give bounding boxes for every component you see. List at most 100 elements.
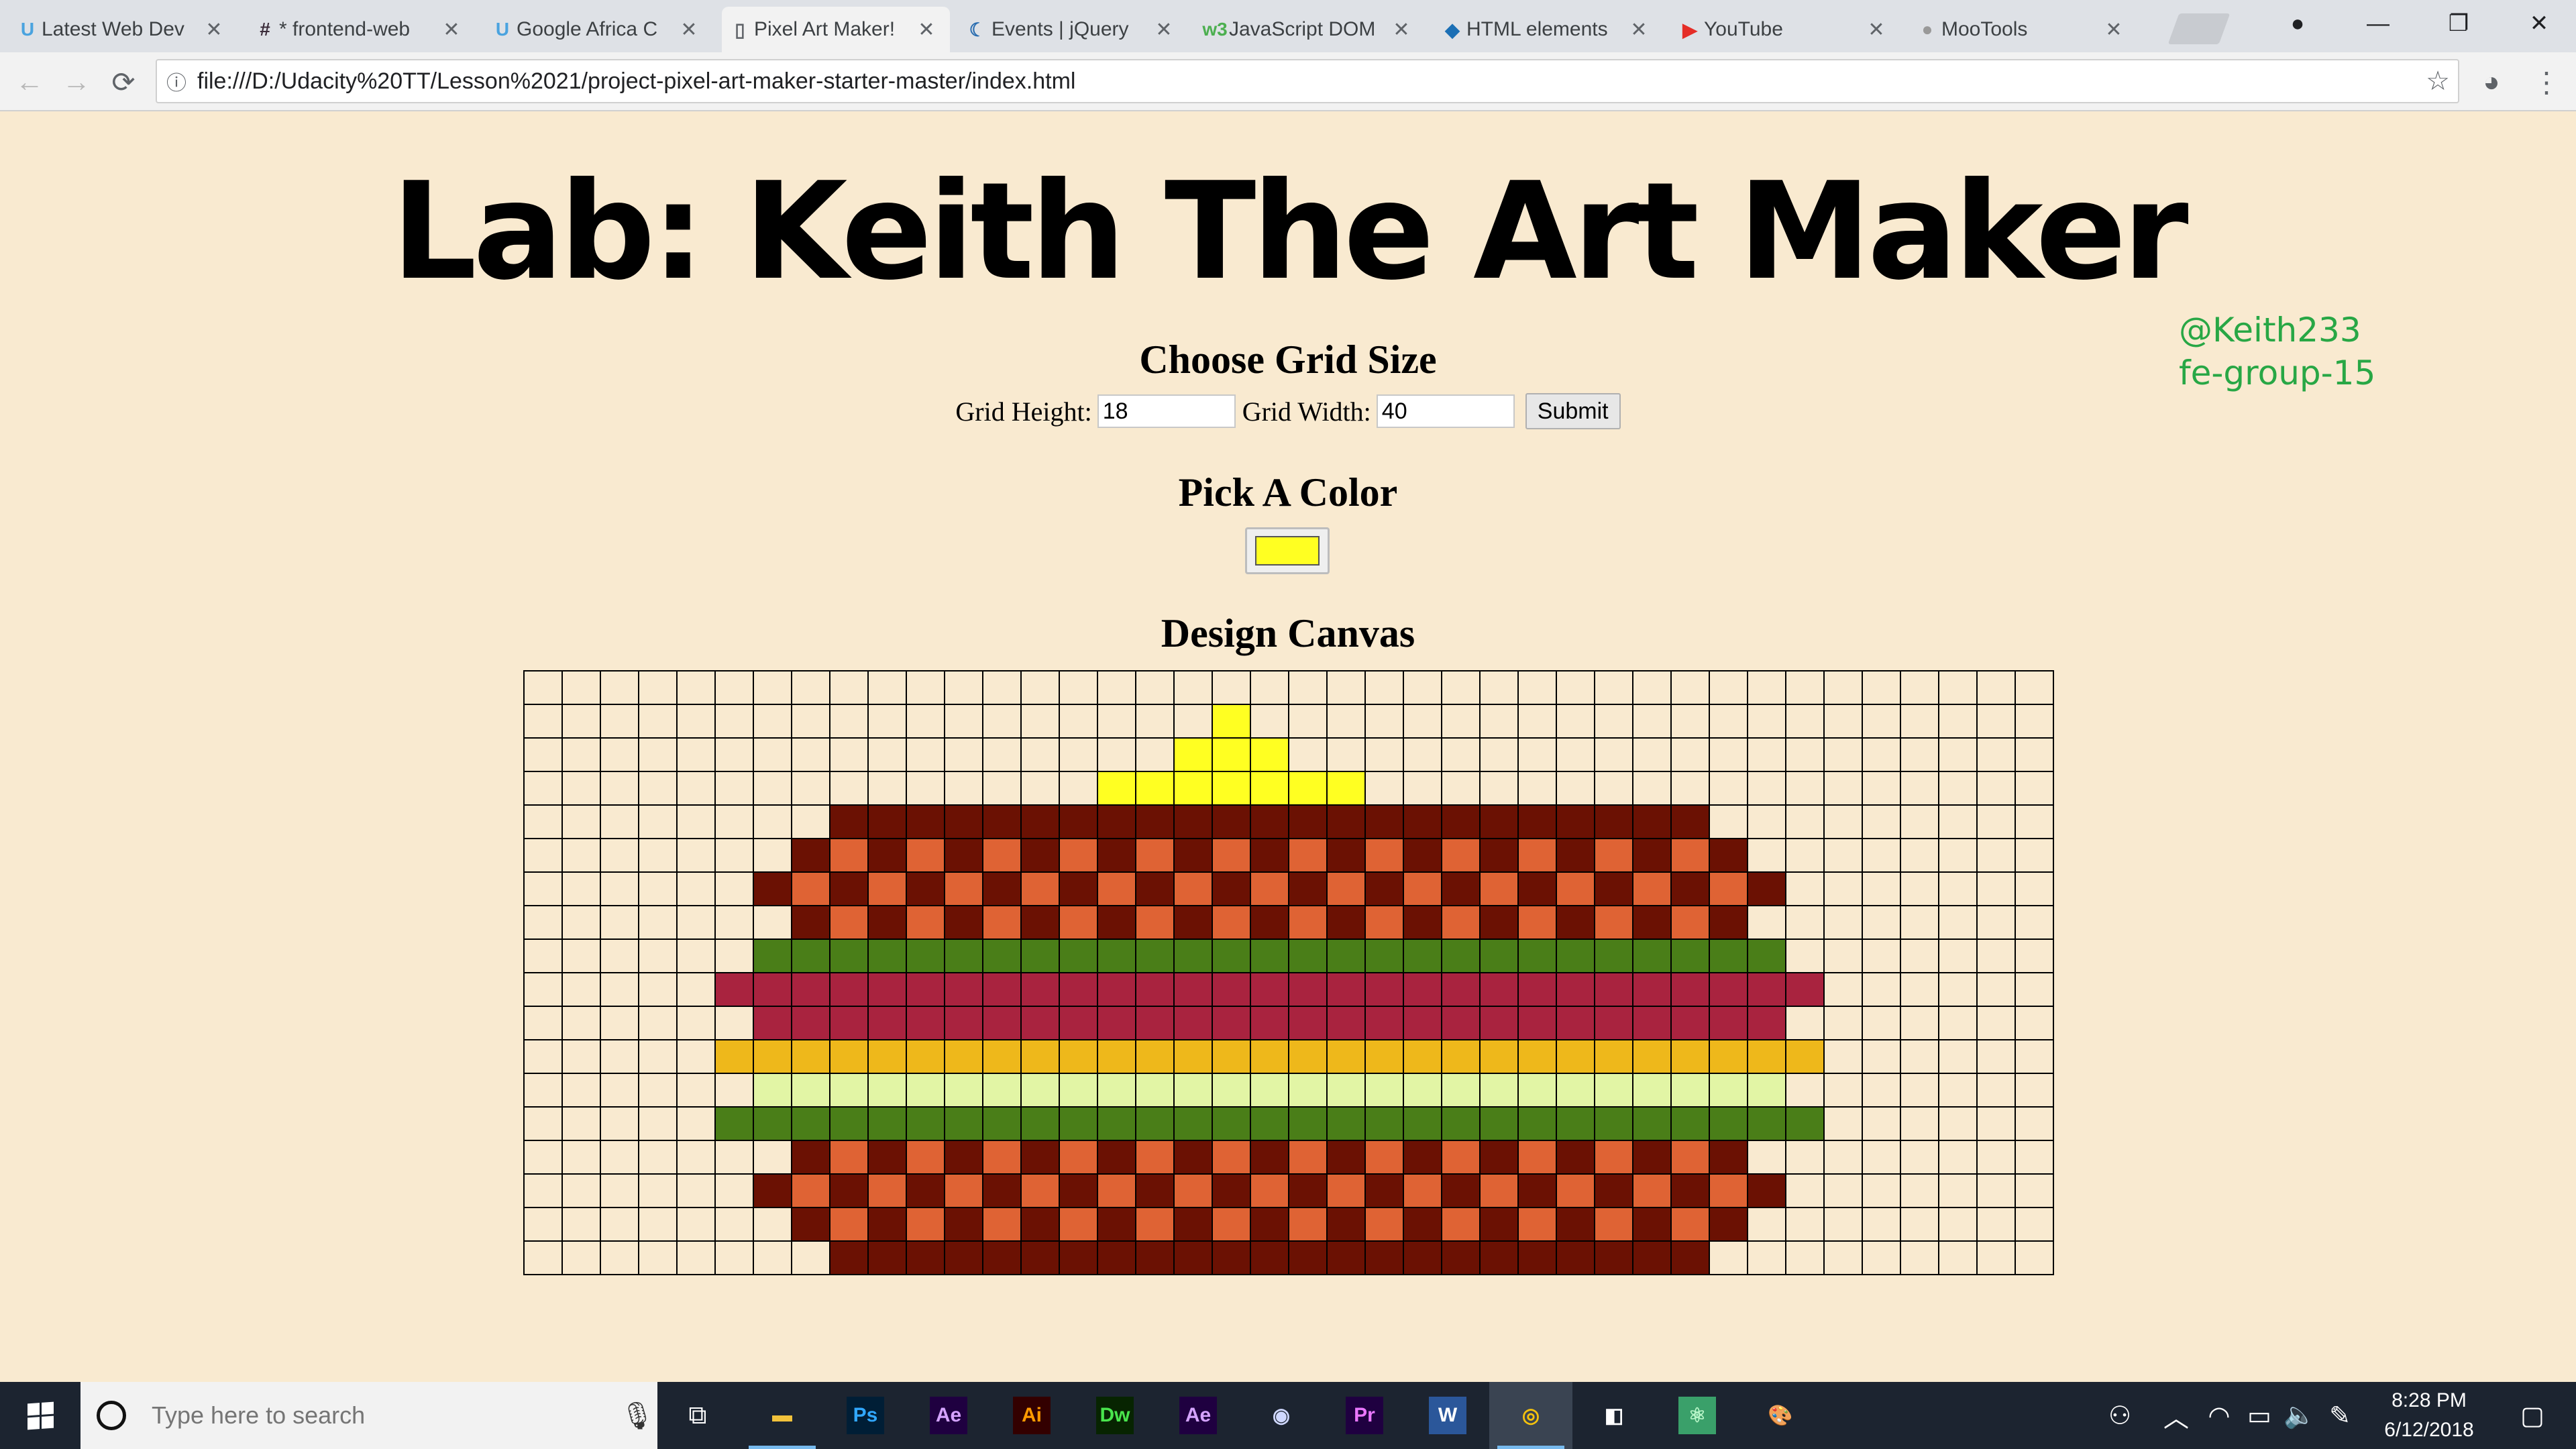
canvas-cell[interactable] — [676, 838, 716, 873]
canvas-cell[interactable] — [1288, 1006, 1328, 1040]
canvas-cell[interactable] — [1020, 905, 1060, 940]
tab-close-icon[interactable]: ✕ — [1391, 18, 1411, 42]
canvas-cell[interactable] — [1135, 1207, 1175, 1242]
canvas-cell[interactable] — [714, 804, 754, 839]
color-picker[interactable] — [1245, 527, 1330, 574]
canvas-cell[interactable] — [1288, 1240, 1328, 1275]
canvas-cell[interactable] — [523, 737, 563, 772]
canvas-cell[interactable] — [1326, 972, 1366, 1007]
canvas-cell[interactable] — [829, 704, 869, 739]
canvas-cell[interactable] — [1173, 1039, 1213, 1074]
canvas-cell[interactable] — [1938, 670, 1978, 705]
canvas-cell[interactable] — [906, 771, 945, 806]
canvas-cell[interactable] — [676, 670, 716, 705]
canvas-cell[interactable] — [1632, 804, 1672, 839]
canvas-cell[interactable] — [1976, 1073, 2016, 1108]
canvas-cell[interactable] — [867, 1039, 907, 1074]
canvas-cell[interactable] — [1517, 1006, 1557, 1040]
canvas-cell[interactable] — [1900, 1073, 1939, 1108]
canvas-cell[interactable] — [1594, 1006, 1633, 1040]
canvas-cell[interactable] — [714, 771, 754, 806]
canvas-cell[interactable] — [676, 905, 716, 940]
canvas-cell[interactable] — [829, 670, 869, 705]
canvas-cell[interactable] — [944, 938, 983, 973]
canvas-cell[interactable] — [1441, 938, 1481, 973]
canvas-cell[interactable] — [1441, 972, 1481, 1007]
canvas-cell[interactable] — [1135, 1240, 1175, 1275]
canvas-cell[interactable] — [638, 1140, 678, 1175]
canvas-cell[interactable] — [1709, 972, 1748, 1007]
canvas-cell[interactable] — [638, 1207, 678, 1242]
canvas-cell[interactable] — [829, 1173, 869, 1208]
canvas-cell[interactable] — [1862, 1006, 1901, 1040]
canvas-cell[interactable] — [523, 972, 563, 1007]
canvas-cell[interactable] — [1364, 938, 1404, 973]
canvas-cell[interactable] — [1900, 1173, 1939, 1208]
canvas-cell[interactable] — [1556, 804, 1595, 839]
canvas-cell[interactable] — [1632, 938, 1672, 973]
canvas-cell[interactable] — [867, 972, 907, 1007]
canvas-cell[interactable] — [982, 1173, 1022, 1208]
canvas-cell[interactable] — [1403, 972, 1442, 1007]
canvas-cell[interactable] — [2015, 1106, 2054, 1141]
canvas-cell[interactable] — [1288, 804, 1328, 839]
tab-close-icon[interactable]: ✕ — [916, 18, 936, 42]
canvas-cell[interactable] — [1097, 704, 1136, 739]
canvas-cell[interactable] — [1097, 771, 1136, 806]
canvas-cell[interactable] — [2015, 871, 2054, 906]
canvas-cell[interactable] — [1479, 1106, 1519, 1141]
canvas-cell[interactable] — [1135, 905, 1175, 940]
canvas-cell[interactable] — [638, 670, 678, 705]
canvas-cell[interactable] — [1632, 1207, 1672, 1242]
canvas-cell[interactable] — [1976, 1106, 2016, 1141]
canvas-cell[interactable] — [944, 771, 983, 806]
canvas-cell[interactable] — [1212, 1240, 1251, 1275]
canvas-cell[interactable] — [753, 871, 792, 906]
canvas-cell[interactable] — [906, 1073, 945, 1108]
canvas-cell[interactable] — [676, 804, 716, 839]
canvas-cell[interactable] — [1594, 1039, 1633, 1074]
canvas-cell[interactable] — [523, 1006, 563, 1040]
canvas-cell[interactable] — [1938, 1140, 1978, 1175]
canvas-cell[interactable] — [982, 838, 1022, 873]
tab-1[interactable]: # * frontend-web ✕ — [247, 7, 475, 52]
canvas-cell[interactable] — [1479, 1173, 1519, 1208]
canvas-cell[interactable] — [523, 905, 563, 940]
start-button[interactable] — [0, 1382, 80, 1449]
canvas-cell[interactable] — [1250, 905, 1289, 940]
canvas-cell[interactable] — [600, 938, 639, 973]
canvas-cell[interactable] — [867, 737, 907, 772]
canvas-cell[interactable] — [638, 1173, 678, 1208]
new-tab-button[interactable] — [2167, 13, 2231, 44]
canvas-cell[interactable] — [1900, 737, 1939, 772]
canvas-cell[interactable] — [1594, 670, 1633, 705]
canvas-cell[interactable] — [523, 938, 563, 973]
canvas-cell[interactable] — [1020, 670, 1060, 705]
canvas-cell[interactable] — [1059, 704, 1098, 739]
canvas-cell[interactable] — [906, 838, 945, 873]
canvas-cell[interactable] — [1747, 1207, 1786, 1242]
canvas-cell[interactable] — [523, 804, 563, 839]
canvas-cell[interactable] — [1976, 938, 2016, 973]
canvas-cell[interactable] — [867, 871, 907, 906]
tab-0[interactable]: U Latest Web Dev ✕ — [9, 7, 237, 52]
canvas-cell[interactable] — [944, 1006, 983, 1040]
taskbar-app-atom[interactable]: ⚛ — [1656, 1382, 1739, 1449]
canvas-cell[interactable] — [1900, 838, 1939, 873]
canvas-cell[interactable] — [1862, 771, 1901, 806]
canvas-cell[interactable] — [829, 771, 869, 806]
canvas-cell[interactable] — [1441, 1106, 1481, 1141]
canvas-cell[interactable] — [638, 1073, 678, 1108]
canvas-cell[interactable] — [867, 1006, 907, 1040]
canvas-cell[interactable] — [1097, 838, 1136, 873]
canvas-cell[interactable] — [2015, 905, 2054, 940]
canvas-cell[interactable] — [1288, 1039, 1328, 1074]
canvas-cell[interactable] — [944, 704, 983, 739]
canvas-cell[interactable] — [1976, 771, 2016, 806]
canvas-cell[interactable] — [638, 871, 678, 906]
canvas-cell[interactable] — [1747, 905, 1786, 940]
canvas-cell[interactable] — [1479, 1073, 1519, 1108]
canvas-cell[interactable] — [791, 972, 830, 1007]
canvas-cell[interactable] — [753, 1173, 792, 1208]
canvas-cell[interactable] — [1173, 1207, 1213, 1242]
